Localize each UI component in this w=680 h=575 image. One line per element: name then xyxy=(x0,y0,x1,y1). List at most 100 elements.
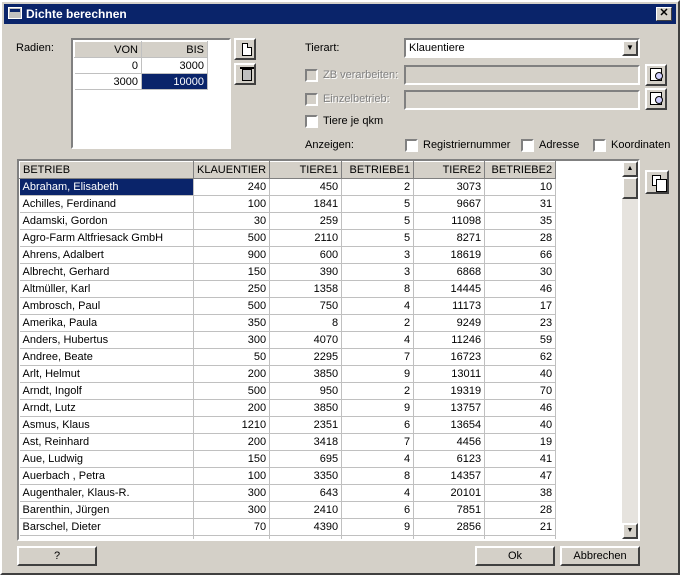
adresse-checkbox[interactable] xyxy=(521,139,534,152)
value-cell[interactable]: 4 xyxy=(341,297,415,315)
betrieb-cell[interactable]: Asmus, Klaus xyxy=(19,416,194,434)
value-cell[interactable]: 21 xyxy=(484,518,557,536)
table-row[interactable]: Augenthaler, Klaus-R. 300 643 4 20101 38 xyxy=(19,484,557,502)
value-cell[interactable]: 2856 xyxy=(413,518,486,536)
value-cell[interactable]: 6123 xyxy=(413,450,486,468)
value-cell[interactable]: 300 xyxy=(193,331,271,349)
value-cell[interactable]: 120 xyxy=(193,535,271,539)
value-cell[interactable]: 6868 xyxy=(413,263,486,281)
value-cell[interactable]: 2410 xyxy=(269,501,343,519)
value-cell[interactable]: 12880 xyxy=(413,535,486,539)
value-cell[interactable]: 4 xyxy=(341,484,415,502)
value-cell[interactable]: 9667 xyxy=(413,195,486,213)
betrieb-cell[interactable]: Agro-Farm Altfriesack GmbH xyxy=(19,229,194,247)
betrieb-cell[interactable]: Barschel, Dieter xyxy=(19,518,194,536)
radien-row[interactable]: 0 3000 xyxy=(74,57,208,74)
value-cell[interactable]: 30 xyxy=(484,263,557,281)
value-cell[interactable]: 150 xyxy=(193,450,271,468)
scroll-up-icon[interactable]: ▲ xyxy=(622,161,638,177)
value-cell[interactable]: 5 xyxy=(341,229,415,247)
table-row[interactable]: Andree, Beate 50 2295 7 16723 62 xyxy=(19,348,557,366)
close-button[interactable]: ✕ xyxy=(656,7,672,21)
value-cell[interactable]: 6 xyxy=(341,416,415,434)
value-cell[interactable]: 9 xyxy=(341,365,415,383)
value-cell[interactable]: 35 xyxy=(484,212,557,230)
einzelbetrieb-lookup-button[interactable] xyxy=(645,88,667,110)
grid-column-header[interactable]: TIERE2 xyxy=(413,161,486,179)
betrieb-cell[interactable]: Abraham, Elisabeth xyxy=(19,178,194,196)
value-cell[interactable]: 8 xyxy=(269,314,343,332)
table-row[interactable]: Ast, Reinhard 200 3418 7 4456 19 xyxy=(19,433,557,451)
value-cell[interactable]: 3073 xyxy=(413,178,486,196)
table-row[interactable]: Aue, Ludwig 150 695 4 6123 41 xyxy=(19,450,557,468)
value-cell[interactable]: 14357 xyxy=(413,467,486,485)
value-cell[interactable]: 11173 xyxy=(413,297,486,315)
value-cell[interactable]: 18619 xyxy=(413,246,486,264)
value-cell[interactable]: 11098 xyxy=(413,212,486,230)
value-cell[interactable]: 8 xyxy=(341,467,415,485)
help-button[interactable]: ? xyxy=(17,546,97,566)
betrieb-cell[interactable]: Andree, Beate xyxy=(19,348,194,366)
betrieb-cell[interactable]: Bartlok, Theo xyxy=(19,535,194,539)
value-cell[interactable]: 17 xyxy=(484,297,557,315)
radien-bis-cell[interactable]: 3000 xyxy=(141,57,208,74)
value-cell[interactable]: 3 xyxy=(341,263,415,281)
table-row[interactable]: Barschel, Dieter 70 4390 9 2856 21 xyxy=(19,518,557,536)
betrieb-cell[interactable]: Ahrens, Adalbert xyxy=(19,246,194,264)
betrieb-cell[interactable]: Altmüller, Karl xyxy=(19,280,194,298)
betrieb-cell[interactable]: Arlt, Helmut xyxy=(19,365,194,383)
value-cell[interactable]: 19 xyxy=(484,433,557,451)
table-row[interactable]: Auerbach , Petra 100 3350 8 14357 47 xyxy=(19,467,557,485)
scroll-down-icon[interactable]: ▼ xyxy=(622,523,638,539)
table-row[interactable]: Abraham, Elisabeth 240 450 2 3073 10 xyxy=(19,178,557,196)
betrieb-cell[interactable]: Adamski, Gordon xyxy=(19,212,194,230)
value-cell[interactable]: 3418 xyxy=(269,433,343,451)
table-row[interactable]: Bartlok, Theo12068151288038 xyxy=(19,535,557,539)
radien-table[interactable]: VON BIS 0 3000 3000 10000 xyxy=(71,38,231,149)
table-row[interactable]: Amerika, Paula 350 8 2 9249 23 xyxy=(19,314,557,332)
value-cell[interactable]: 500 xyxy=(193,382,271,400)
table-row[interactable]: Arndt, Ingolf 500 950 2 19319 70 xyxy=(19,382,557,400)
value-cell[interactable]: 47 xyxy=(484,467,557,485)
value-cell[interactable]: 40 xyxy=(484,416,557,434)
value-cell[interactable]: 14445 xyxy=(413,280,486,298)
value-cell[interactable]: 46 xyxy=(484,399,557,417)
zb-checkbox[interactable] xyxy=(305,69,318,82)
value-cell[interactable]: 7851 xyxy=(413,501,486,519)
cancel-button[interactable]: Abbrechen xyxy=(560,546,640,566)
value-cell[interactable]: 28 xyxy=(484,229,557,247)
value-cell[interactable]: 66 xyxy=(484,246,557,264)
table-row[interactable]: Agro-Farm Altfriesack GmbH 500 2110 5 8271 28 xyxy=(19,229,557,247)
table-row[interactable]: Anders, Hubertus 300 4070 4 11246 59 xyxy=(19,331,557,349)
grid-column-header[interactable]: KLAUENTIER xyxy=(192,161,271,179)
value-cell[interactable]: 70 xyxy=(484,382,557,400)
value-cell[interactable]: 70 xyxy=(193,518,271,536)
value-cell[interactable]: 13757 xyxy=(413,399,486,417)
value-cell[interactable]: 20101 xyxy=(413,484,486,502)
value-cell[interactable]: 681 xyxy=(269,535,343,539)
koordinaten-checkbox[interactable] xyxy=(593,139,606,152)
value-cell[interactable]: 4390 xyxy=(269,518,343,536)
value-cell[interactable]: 240 xyxy=(193,178,271,196)
betrieb-cell[interactable]: Arndt, Lutz xyxy=(19,399,194,417)
value-cell[interactable]: 500 xyxy=(193,229,271,247)
delete-radius-button[interactable] xyxy=(234,63,256,85)
scroll-thumb[interactable] xyxy=(622,177,638,199)
tiere-je-qkm-checkbox[interactable] xyxy=(305,115,318,128)
value-cell[interactable]: 1358 xyxy=(269,280,343,298)
value-cell[interactable]: 200 xyxy=(193,399,271,417)
value-cell[interactable]: 9 xyxy=(341,399,415,417)
value-cell[interactable]: 2295 xyxy=(269,348,343,366)
value-cell[interactable]: 1210 xyxy=(193,416,271,434)
radien-von-cell[interactable]: 3000 xyxy=(74,73,142,90)
betrieb-cell[interactable]: Achilles, Ferdinand xyxy=(19,195,194,213)
value-cell[interactable]: 2 xyxy=(341,382,415,400)
table-row[interactable]: Albrecht, Gerhard 150 390 3 6868 30 xyxy=(19,263,557,281)
value-cell[interactable]: 2 xyxy=(341,314,415,332)
registriernummer-checkbox[interactable] xyxy=(405,139,418,152)
value-cell[interactable]: 23 xyxy=(484,314,557,332)
value-cell[interactable]: 1841 xyxy=(269,195,343,213)
value-cell[interactable]: 600 xyxy=(269,246,343,264)
value-cell[interactable]: 31 xyxy=(484,195,557,213)
betrieb-cell[interactable]: Ambrosch, Paul xyxy=(19,297,194,315)
